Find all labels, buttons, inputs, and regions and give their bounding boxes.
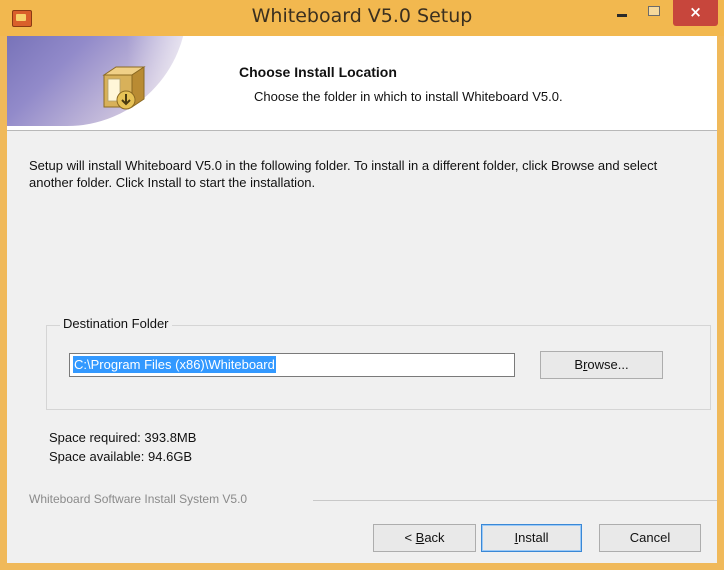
package-box-icon xyxy=(96,63,146,113)
minimize-icon[interactable] xyxy=(607,0,637,26)
header-title: Choose Install Location xyxy=(239,64,397,80)
destination-folder-label: Destination Folder xyxy=(60,316,172,331)
back-button[interactable]: < Back xyxy=(373,524,476,552)
header-subtitle: Choose the folder in which to install Wh… xyxy=(254,89,563,104)
install-button[interactable]: Install xyxy=(481,524,582,552)
space-available: Space available: 94.6GB xyxy=(49,449,193,464)
title-bar[interactable]: Whiteboard V5.0 Setup × xyxy=(0,0,724,36)
installer-brand-text: Whiteboard Software Install System V5.0 xyxy=(29,492,248,506)
destination-path-input[interactable]: C:\Program Files (x86)\Whiteboard xyxy=(69,353,515,377)
installer-window: Whiteboard V5.0 Setup × Choose Install L… xyxy=(0,0,724,570)
header-panel: Choose Install Location Choose the folde… xyxy=(7,36,717,131)
dialog-client-area: Choose Install Location Choose the folde… xyxy=(7,36,717,563)
space-required: Space required: 393.8MB xyxy=(49,430,197,445)
install-description: Setup will install Whiteboard V5.0 in th… xyxy=(29,158,658,190)
brand-divider xyxy=(313,500,717,501)
selected-path-text: C:\Program Files (x86)\Whiteboard xyxy=(73,356,276,373)
cancel-button[interactable]: Cancel xyxy=(599,524,701,552)
maximize-icon[interactable] xyxy=(639,0,669,26)
browse-button[interactable]: Browse... xyxy=(540,351,663,379)
close-icon[interactable]: × xyxy=(673,0,718,26)
